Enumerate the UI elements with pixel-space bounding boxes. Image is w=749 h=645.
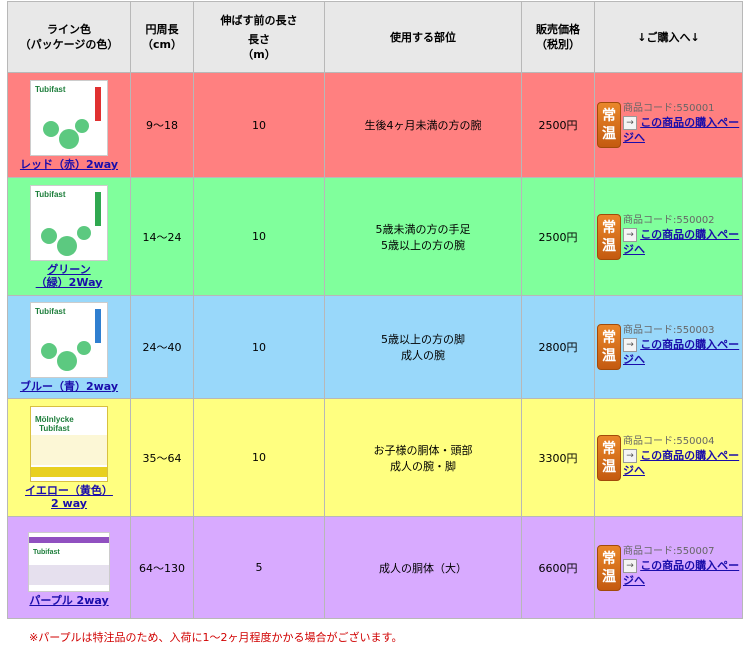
header-row: ライン色 （パッケージの色） 円周長 （cm） 伸ばす前の長さ 長さ （m） 使用… (7, 1, 743, 73)
arrow-right-icon: → (623, 558, 637, 573)
circumference-cell: 14～24 (130, 177, 194, 296)
length-cell: 10 (193, 398, 325, 517)
product-row: Tubifast ブルー（青）2way 24～40 10 5歳以上の方の脚 成人… (7, 295, 743, 399)
length-cell: 10 (193, 177, 325, 296)
length-cell: 10 (193, 72, 325, 178)
product-code: 商品コード:550003 (623, 325, 715, 336)
arrow-right-icon: → (623, 116, 637, 130)
header-buy: ↓ご購入へ↓ (594, 1, 743, 73)
product-code: 商品コード:550004 (623, 435, 715, 447)
arrow-right-icon: → (623, 338, 637, 352)
circumference-cell: 9～18 (130, 72, 194, 178)
buy-page-link[interactable]: この商品の購入ページへ (623, 338, 739, 366)
part-cell: 生後4ヶ月未満の方の腕 (324, 72, 522, 178)
header-part: 使用する部位 (324, 1, 522, 73)
price-cell: 3300円 (521, 398, 595, 517)
length-cell: 10 (193, 295, 325, 399)
product-link-yellow[interactable]: イエロー（黄色）2 way (23, 484, 115, 510)
product-row: Tubifast パープル 2way 64～130 5 成人の胴体（大） 660… (7, 516, 743, 619)
part-cell: 5歳未満の方の手足 5歳以上の方の腕 (324, 177, 522, 296)
circumference-cell: 24～40 (130, 295, 194, 399)
price-cell: 2500円 (521, 72, 595, 178)
product-image[interactable]: Mölnlycke Tubifast (30, 405, 108, 482)
product-link-purple[interactable]: パープル 2way (29, 594, 108, 607)
part-cell: お子様の胴体・頭部 成人の腕・脚 (324, 398, 522, 517)
circumference-cell: 64～130 (130, 516, 194, 619)
header-price: 販売価格 （税別） (521, 1, 595, 73)
part-cell: 成人の胴体（大） (324, 516, 522, 619)
buy-page-link[interactable]: この商品の購入ページへ (623, 449, 739, 477)
room-temp-badge: 常温 (597, 102, 621, 148)
buy-page-link[interactable]: この商品の購入ページへ (623, 559, 739, 587)
room-temp-badge: 常温 (597, 213, 621, 260)
room-temp-badge: 常温 (597, 434, 621, 481)
product-link-red[interactable]: レッド（赤）2way (20, 158, 118, 171)
buy-page-link[interactable]: この商品の購入ページへ (623, 228, 739, 256)
room-temp-badge: 常温 (597, 324, 621, 370)
arrow-right-icon: → (623, 448, 637, 463)
price-cell: 2500円 (521, 177, 595, 296)
product-link-green[interactable]: グリーン（緑）2Way (34, 263, 104, 289)
product-row: Tubifast グリーン（緑）2Way 14～24 10 5歳未満の方の手足 … (7, 177, 743, 296)
product-image[interactable]: Tubifast (30, 301, 108, 378)
header-line-color: ライン色 （パッケージの色） (7, 1, 131, 73)
header-circumference: 円周長 （cm） (130, 1, 194, 73)
purple-order-note: ※パープルは特注品のため、入荷に1～2ヶ月程度かかる場合がございます。 (29, 631, 403, 644)
product-image[interactable]: Tubifast (28, 532, 110, 592)
header-length: 伸ばす前の長さ 長さ （m） (193, 1, 325, 73)
part-cell: 5歳以上の方の脚 成人の腕 (324, 295, 522, 399)
product-table: ライン色 （パッケージの色） 円周長 （cm） 伸ばす前の長さ 長さ （m） 使用… (7, 1, 743, 619)
product-row: Mölnlycke Tubifast イエロー（黄色）2 way 35～64 1… (7, 398, 743, 517)
room-temp-badge: 常温 (597, 544, 621, 591)
buy-page-link[interactable]: この商品の購入ページへ (623, 116, 739, 144)
price-cell: 2800円 (521, 295, 595, 399)
product-code: 商品コード:550002 (623, 214, 715, 226)
arrow-right-icon: → (623, 227, 637, 242)
product-image[interactable]: Tubifast (30, 79, 108, 156)
length-cell: 5 (193, 516, 325, 619)
price-cell: 6600円 (521, 516, 595, 619)
product-code: 商品コード:550007 (623, 545, 715, 557)
product-row: Tubifast レッド（赤）2way 9～18 10 生後4ヶ月未満の方の腕 … (7, 72, 743, 178)
circumference-cell: 35～64 (130, 398, 194, 517)
product-link-blue[interactable]: ブルー（青）2way (20, 380, 118, 393)
product-code: 商品コード:550001 (623, 103, 715, 114)
product-image[interactable]: Tubifast (30, 184, 108, 261)
